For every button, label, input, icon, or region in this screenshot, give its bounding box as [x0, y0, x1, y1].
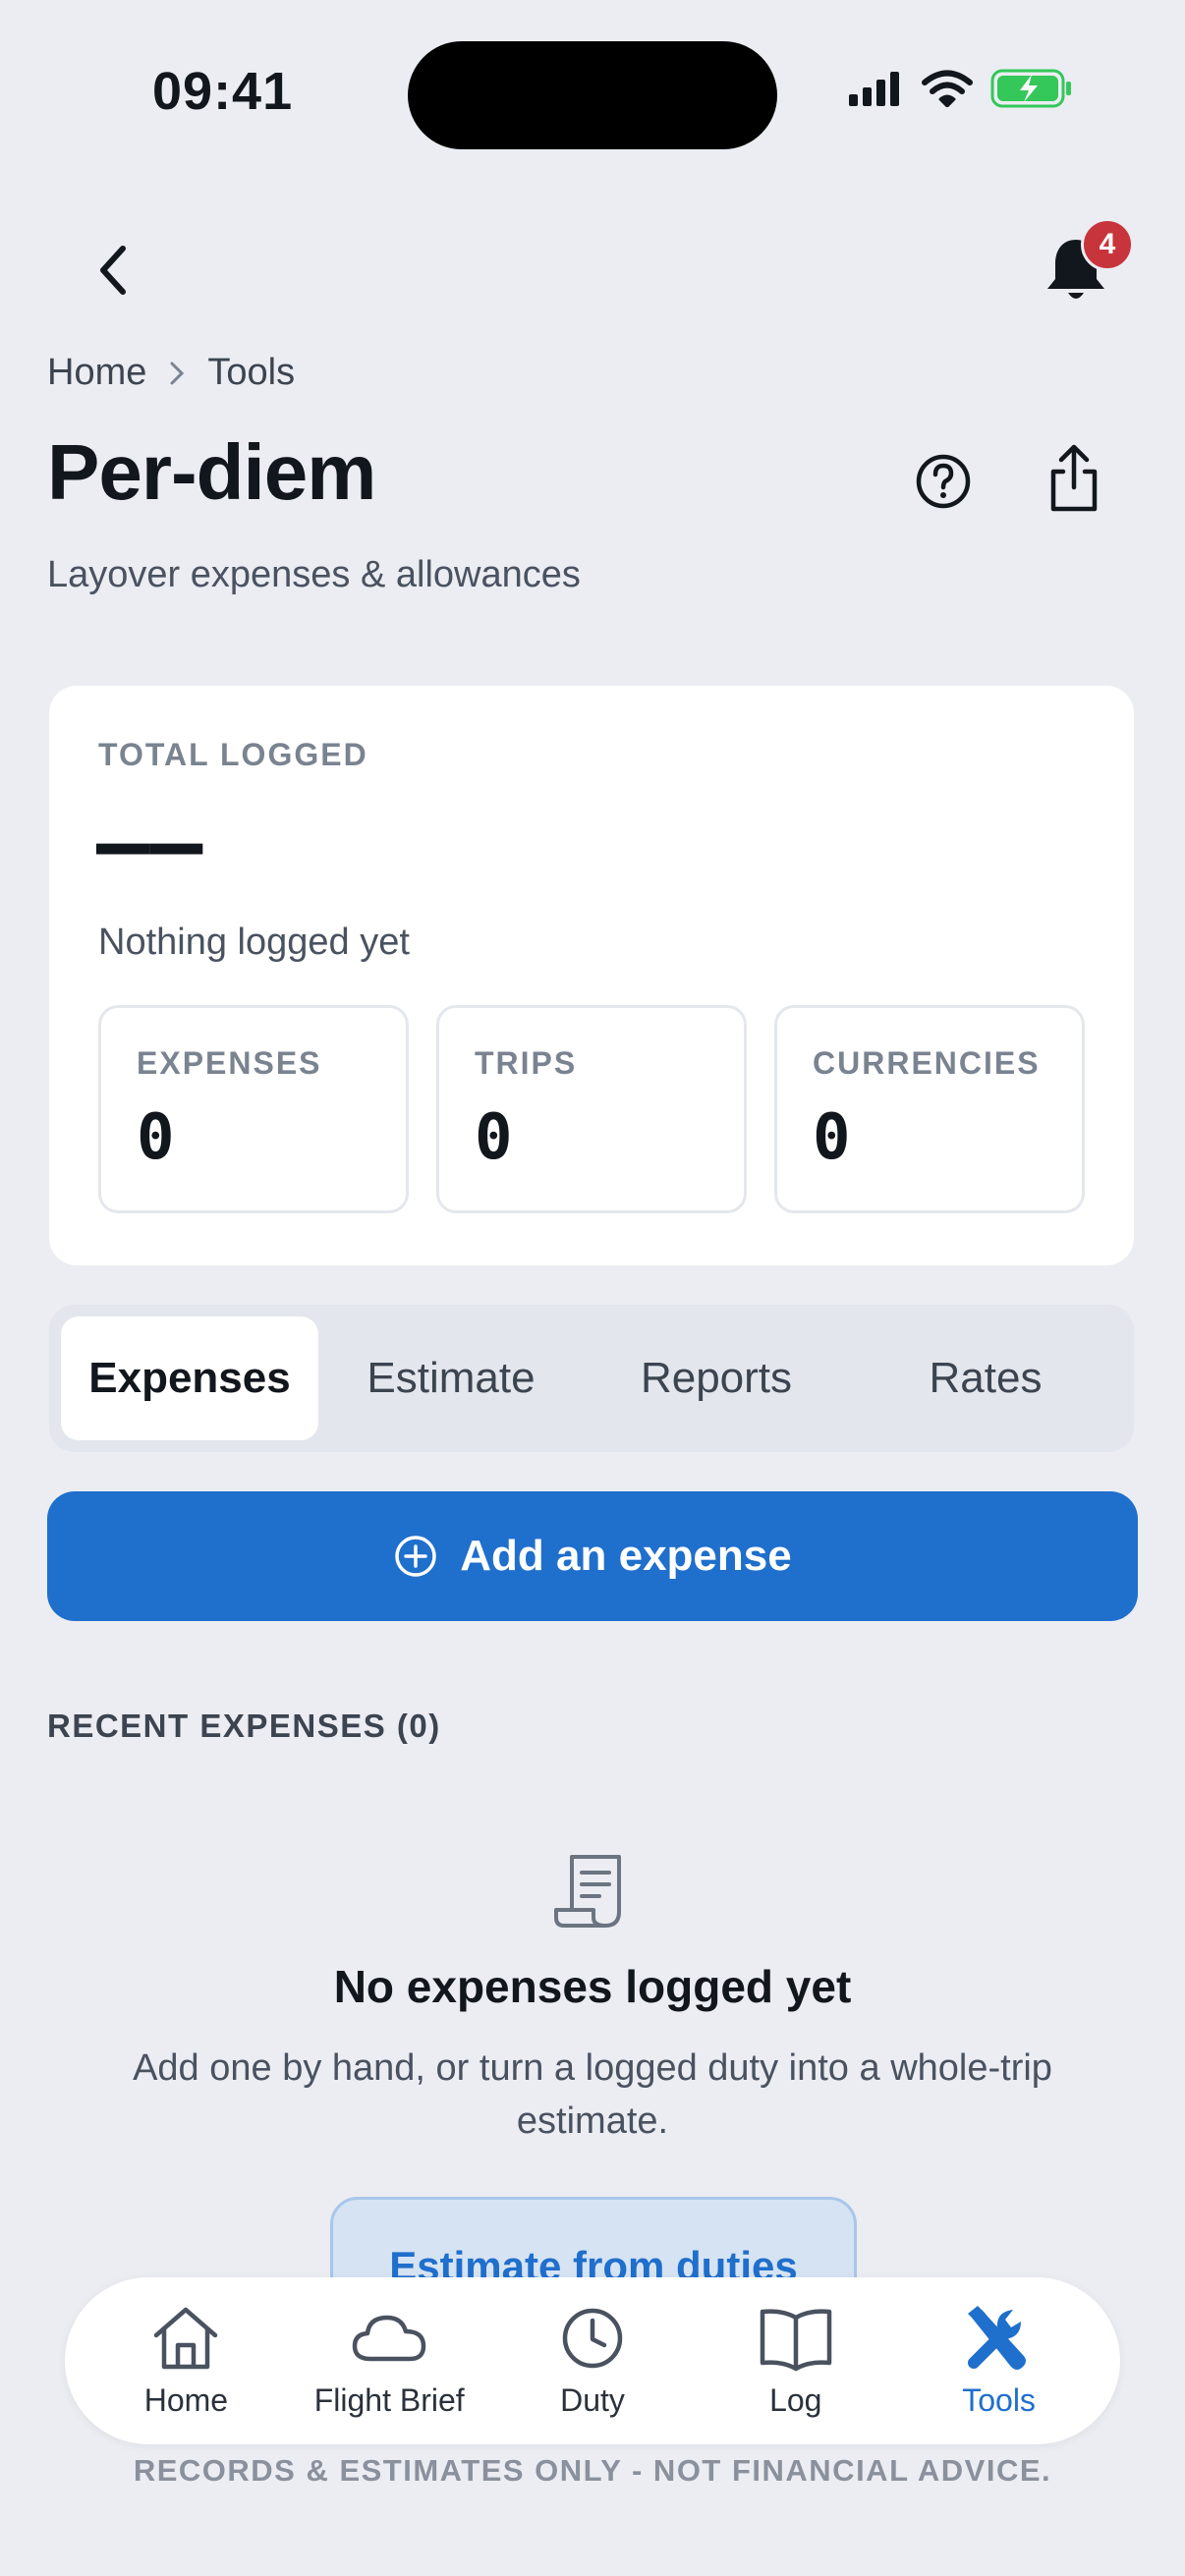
page-subtitle: Layover expenses & allowances — [47, 554, 581, 595]
page-title: Per-diem — [47, 428, 376, 516]
plus-circle-icon — [395, 1536, 437, 1577]
nav-log[interactable]: Log — [703, 2304, 889, 2419]
summary-card: TOTAL LOGGED —— Nothing logged yet EXPEN… — [49, 686, 1134, 1265]
home-icon — [154, 2307, 218, 2369]
breadcrumb: Home Tools — [47, 352, 295, 394]
tab-reports[interactable]: Reports — [584, 1316, 849, 1440]
back-button[interactable] — [79, 236, 147, 305]
stat-value: 0 — [475, 1101, 513, 1174]
nav-label: Flight Brief — [313, 2381, 465, 2418]
stat-value: 0 — [813, 1101, 851, 1174]
stat-label: EXPENSES — [137, 1045, 322, 1081]
share-icon — [1050, 444, 1098, 512]
status-time: 09:41 — [152, 62, 294, 121]
bottom-tab-bar: Home Flight Brief Duty Log Tools — [65, 2277, 1120, 2444]
section-tabs: Expenses Estimate Reports Rates — [49, 1305, 1134, 1452]
empty-state-title: No expenses logged yet — [333, 1961, 852, 2012]
nav-label: Tools — [962, 2381, 1036, 2418]
notification-badge: 4 — [1081, 218, 1134, 271]
nav-label: Log — [769, 2381, 822, 2418]
wifi-icon — [922, 70, 973, 107]
chevron-right-icon — [170, 362, 185, 384]
help-button[interactable] — [909, 447, 978, 516]
disclaimer: RECORDS & ESTIMATES ONLY - NOT FINANCIAL… — [133, 2453, 1052, 2488]
nav-label: Duty — [560, 2381, 625, 2418]
nav-label: Home — [143, 2381, 229, 2418]
stat-label: CURRENCIES — [813, 1045, 1041, 1081]
nav-duty[interactable]: Duty — [499, 2304, 686, 2419]
stat-expenses: EXPENSES 0 — [98, 1005, 409, 1213]
dynamic-island — [408, 41, 777, 149]
empty-state-text: Add one by hand, or turn a logged duty i… — [133, 2047, 1052, 2142]
add-expense-button[interactable]: Add an expense — [47, 1491, 1138, 1621]
stat-label: TRIPS — [475, 1045, 578, 1081]
tab-estimate[interactable]: Estimate — [318, 1316, 584, 1440]
cloud-icon — [352, 2315, 426, 2361]
tab-rates[interactable]: Rates — [849, 1316, 1122, 1440]
signal-icon — [849, 72, 899, 106]
add-expense-label: Add an expense — [460, 1532, 792, 1580]
stat-value: 0 — [137, 1101, 175, 1174]
stat-trips: TRIPS 0 — [436, 1005, 747, 1213]
nav-tools[interactable]: Tools — [906, 2304, 1093, 2419]
total-logged-value: —— — [96, 792, 203, 895]
clock-icon — [562, 2308, 623, 2368]
total-logged-note: Nothing logged yet — [98, 922, 410, 963]
total-logged-label: TOTAL LOGGED — [98, 737, 368, 772]
chevron-left-icon — [100, 246, 126, 295]
help-circle-icon — [916, 454, 971, 509]
tab-expenses[interactable]: Expenses — [61, 1316, 318, 1440]
tools-icon — [967, 2305, 1026, 2370]
share-button[interactable] — [1040, 442, 1108, 517]
stat-currencies: CURRENCIES 0 — [774, 1005, 1085, 1213]
status-icons — [847, 69, 1073, 108]
breadcrumb-home[interactable]: Home — [47, 352, 146, 394]
nav-home[interactable]: Home — [92, 2304, 279, 2419]
receipt-icon — [554, 1855, 621, 1928]
breadcrumb-tools[interactable]: Tools — [207, 352, 295, 394]
nav-flight-brief[interactable]: Flight Brief — [296, 2304, 482, 2419]
battery-charging-icon — [990, 69, 1071, 108]
book-icon — [760, 2308, 832, 2371]
recent-expenses-heading: RECENT EXPENSES (0) — [47, 1708, 441, 1744]
